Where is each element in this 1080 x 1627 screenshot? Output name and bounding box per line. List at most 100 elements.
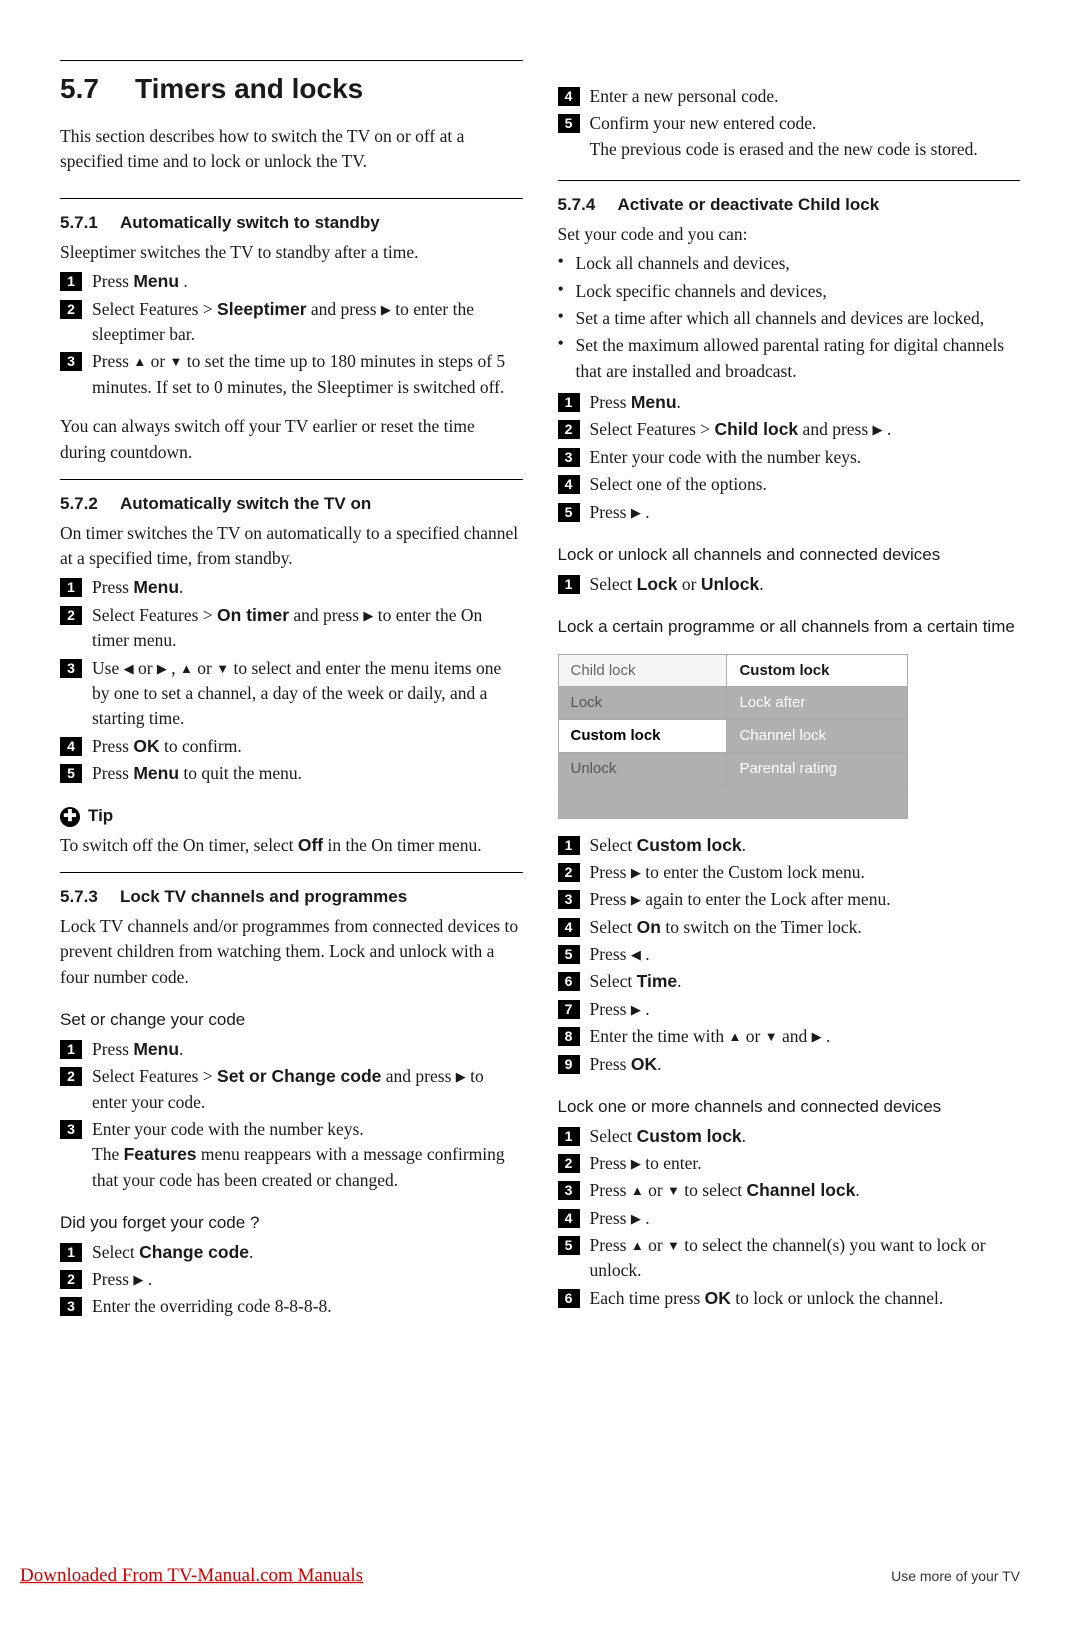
bullet: Set a time after which all channels and …	[558, 306, 1021, 331]
step: 1Press Menu.	[60, 575, 523, 600]
left-arrow-icon: ◀	[124, 661, 134, 676]
table-row: LockLock after	[558, 687, 907, 720]
step: 4Select one of the options.	[558, 472, 1021, 497]
step: 3Press ▲ or ▼ to select Channel lock.	[558, 1178, 1021, 1203]
step: 1Press Menu .	[60, 269, 523, 294]
steps-custlock: 1Select Custom lock. 2Press ▶ to enter t…	[558, 833, 1021, 1077]
down-arrow-icon: ▼	[667, 1183, 680, 1198]
subheading-572: 5.7.2Automatically switch the TV on	[60, 492, 523, 517]
right-column: 4Enter a new personal code. 5Confirm you…	[558, 60, 1021, 1328]
step: 5Press ◀ .	[558, 942, 1021, 967]
steps-574: 1Press Menu. 2Select Features > Child lo…	[558, 390, 1021, 525]
right-arrow-icon: ▶	[631, 1156, 641, 1171]
manual-page: 5.7Timers and locks This section describ…	[0, 0, 1080, 1627]
step: 2Press ▶ to enter.	[558, 1151, 1021, 1176]
right-arrow-icon: ▶	[363, 608, 373, 623]
step: 1Press Menu.	[558, 390, 1021, 415]
steps-572: 1Press Menu. 2Select Features > On timer…	[60, 575, 523, 786]
tip-heading: ✚Tip	[60, 804, 523, 829]
table-row	[558, 785, 907, 818]
step: 2Press ▶ to enter the Custom lock menu.	[558, 860, 1021, 885]
subsection-rule	[60, 198, 523, 199]
step: 9Press OK.	[558, 1052, 1021, 1077]
subsection-rule	[558, 180, 1021, 181]
step: 2Press ▶ .	[60, 1267, 523, 1292]
step-number: 3	[60, 352, 82, 371]
step: 6Select Time.	[558, 969, 1021, 994]
steps-571: 1Press Menu . 2Select Features > Sleepti…	[60, 269, 523, 400]
up-arrow-icon: ▲	[631, 1183, 644, 1198]
step: 2Select Features > Child lock and press …	[558, 417, 1021, 442]
step: 1Press Menu.	[60, 1037, 523, 1062]
bullets-574: Lock all channels and devices, Lock spec…	[558, 251, 1021, 384]
step: 3Enter the overriding code 8-8-8-8.	[60, 1294, 523, 1319]
step: 2Select Features > On timer and press ▶ …	[60, 603, 523, 654]
down-arrow-icon: ▼	[765, 1029, 778, 1044]
right-arrow-icon: ▶	[456, 1069, 466, 1084]
step: 4Select On to switch on the Timer lock.	[558, 915, 1021, 940]
step-number: 2	[60, 300, 82, 319]
step: 4Press ▶ .	[558, 1206, 1021, 1231]
subheading-573: 5.7.3Lock TV channels and programmes	[60, 885, 523, 910]
step: 2Select Features > Sleeptimer and press …	[60, 297, 523, 348]
download-link[interactable]: Downloaded From TV-Manual.com Manuals	[20, 1565, 363, 1587]
down-arrow-icon: ▼	[170, 354, 183, 369]
right-arrow-icon: ▶	[631, 505, 641, 520]
steps-forgot: 1Select Change code. 2Press ▶ . 3Enter t…	[60, 1240, 523, 1320]
desc-573: Lock TV channels and/or programmes from …	[60, 914, 523, 990]
bullet: Lock specific channels and devices,	[558, 279, 1021, 304]
step: 3Press ▲ or ▼ to set the time up to 180 …	[60, 349, 523, 400]
step: 1Select Custom lock.	[558, 1124, 1021, 1149]
up-arrow-icon: ▲	[180, 661, 193, 676]
step: 5Confirm your new entered code.The previ…	[558, 111, 1021, 162]
right-arrow-icon: ▶	[812, 1029, 822, 1044]
left-arrow-icon: ◀	[631, 947, 641, 962]
desc-572: On timer switches the TV on automaticall…	[60, 521, 523, 572]
steps-lockall: 1Select Lock or Unlock.	[558, 572, 1021, 597]
table-row: Child lockCustom lock	[558, 654, 907, 687]
desc-574: Set your code and you can:	[558, 222, 1021, 247]
section-number: 5.7	[60, 69, 135, 110]
step: 6Each time press OK to lock or unlock th…	[558, 1286, 1021, 1311]
subhead-lockall: Lock or unlock all channels and connecte…	[558, 543, 1021, 568]
subheading-571: 5.7.1Automatically switch to standby	[60, 211, 523, 236]
right-arrow-icon: ▶	[133, 1272, 143, 1287]
step: 5Press ▲ or ▼ to select the channel(s) y…	[558, 1233, 1021, 1284]
right-arrow-icon: ▶	[381, 302, 391, 317]
tip-icon: ✚	[60, 807, 80, 827]
down-arrow-icon: ▼	[667, 1238, 680, 1253]
step: 5Press Menu to quit the menu.	[60, 761, 523, 786]
step: 2Select Features > Set or Change code an…	[60, 1064, 523, 1115]
subhead-lockcert: Lock a certain programme or all channels…	[558, 615, 1021, 640]
right-arrow-icon: ▶	[631, 1002, 641, 1017]
bullet: Lock all channels and devices,	[558, 251, 1021, 276]
section-heading: 5.7Timers and locks	[60, 69, 523, 110]
step: 3Enter your code with the number keys.Th…	[60, 1117, 523, 1193]
subhead-forgot: Did you forget your code ?	[60, 1211, 523, 1236]
step: 8Enter the time with ▲ or ▼ and ▶ .	[558, 1024, 1021, 1049]
tip-text: To switch off the On timer, select Off i…	[60, 833, 523, 858]
step: 5Press ▶ .	[558, 500, 1021, 525]
up-arrow-icon: ▲	[631, 1238, 644, 1253]
up-arrow-icon: ▲	[133, 354, 146, 369]
footer-breadcrumb: Use more of your TV	[891, 1568, 1020, 1584]
section-title: Timers and locks	[135, 73, 363, 104]
right-arrow-icon: ▶	[157, 661, 167, 676]
subhead-lockone: Lock one or more channels and connected …	[558, 1095, 1021, 1120]
desc-571: Sleeptimer switches the TV to standby af…	[60, 240, 523, 265]
down-arrow-icon: ▼	[216, 661, 229, 676]
step-number: 1	[60, 272, 82, 291]
right-arrow-icon: ▶	[631, 1211, 641, 1226]
section-intro: This section describes how to switch the…	[60, 124, 523, 175]
steps-setcode: 1Press Menu. 2Select Features > Set or C…	[60, 1037, 523, 1193]
subsection-rule	[60, 872, 523, 873]
right-arrow-icon: ▶	[631, 892, 641, 907]
step: 1Select Lock or Unlock.	[558, 572, 1021, 597]
two-column-layout: 5.7Timers and locks This section describ…	[60, 60, 1020, 1328]
step: 4Press OK to confirm.	[60, 734, 523, 759]
step: 4Enter a new personal code.	[558, 84, 1021, 109]
steps-lockone: 1Select Custom lock. 2Press ▶ to enter. …	[558, 1124, 1021, 1312]
bullet: Set the maximum allowed parental rating …	[558, 333, 1021, 384]
step: 1Select Change code.	[60, 1240, 523, 1265]
left-column: 5.7Timers and locks This section describ…	[60, 60, 523, 1328]
